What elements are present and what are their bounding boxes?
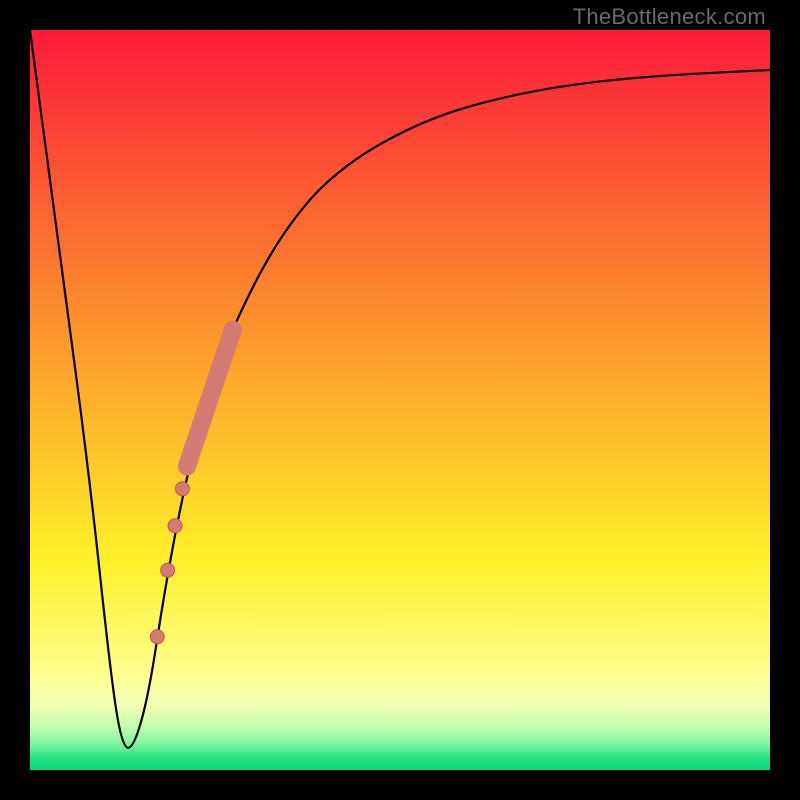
chart-frame: TheBottleneck.com xyxy=(0,0,800,800)
plot-area xyxy=(30,30,770,770)
marker-point xyxy=(161,563,175,577)
bottleneck-curve xyxy=(30,30,770,748)
chart-lines xyxy=(30,30,770,770)
watermark-text: TheBottleneck.com xyxy=(573,4,766,30)
marker-point xyxy=(175,482,189,496)
marker-point xyxy=(168,519,182,533)
highlighted-thick-segment xyxy=(187,330,233,467)
marker-point xyxy=(150,630,164,644)
